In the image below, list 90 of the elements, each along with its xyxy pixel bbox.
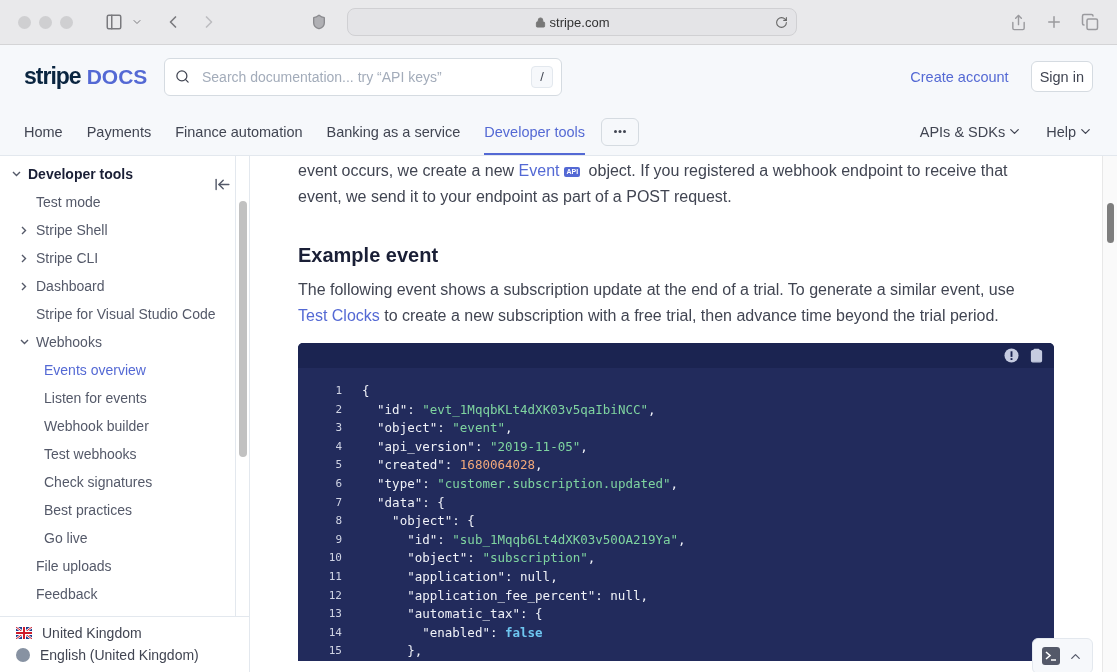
line-number: 10 [327, 550, 342, 567]
code-line: "object": { [391, 512, 475, 531]
line-number: 6 [334, 475, 342, 492]
chevron-right-icon [21, 281, 27, 291]
code-line: "application_fee_percent": null, [406, 586, 648, 605]
sidebar-item[interactable]: Check signatures [0, 468, 235, 496]
sidebar-item[interactable]: Events overview [0, 356, 235, 384]
sidebar-item[interactable]: Listen for events [0, 384, 235, 412]
text-link[interactable]: Event [518, 162, 560, 179]
code-line: "created": 1680064028, [376, 456, 543, 475]
sidebar-item[interactable]: Test mode [0, 188, 235, 216]
sidebar-item[interactable]: Dashboard [0, 272, 235, 300]
sidebar-item[interactable]: Go live [0, 524, 235, 552]
search-icon [175, 69, 190, 84]
code-line: "api_version": "2019-11-05", [376, 437, 588, 456]
shortcut-key: / [531, 65, 553, 88]
tabs-overview-icon[interactable] [1081, 13, 1099, 31]
sidebar-toggle-icon[interactable] [105, 13, 123, 31]
nav-menu[interactable]: APIs & SDKs [919, 108, 1023, 155]
terminal-icon [1042, 647, 1060, 665]
code-line: "object": "event", [376, 419, 513, 438]
new-tab-icon[interactable] [1045, 13, 1063, 31]
sidebar-item[interactable]: Feedback [0, 580, 235, 608]
address-bar[interactable]: stripe.com [347, 8, 797, 36]
more-icon [614, 130, 627, 133]
create-account-link[interactable]: Create account [910, 68, 1009, 85]
window-control[interactable] [39, 15, 52, 29]
line-number: 2 [334, 401, 342, 418]
search-input[interactable]: Search documentation... try “API keys” [200, 67, 521, 86]
language-selector[interactable]: English (United Kingdom) [16, 647, 233, 663]
sidebar-item[interactable]: Stripe for Visual Studio Code [0, 300, 235, 328]
sidebar-item[interactable]: Stripe Shell [0, 216, 235, 244]
terminal-button[interactable] [1032, 638, 1093, 672]
sidebar-item[interactable]: Webhook builder [0, 412, 235, 440]
nav-tab[interactable]: Payments [86, 108, 152, 155]
code-line: "automatic_tax": { [406, 605, 543, 624]
line-number: 11 [327, 568, 342, 585]
chevron-down-icon [11, 171, 21, 177]
collapse-sidebar-icon[interactable] [214, 176, 231, 193]
line-number: 7 [334, 494, 342, 511]
code-line: "data": { [376, 493, 445, 512]
line-number: 5 [334, 457, 342, 474]
nav-menu[interactable]: Help [1046, 108, 1093, 155]
line-number: 3 [334, 420, 342, 437]
code-line: "object": "subscription", [406, 549, 596, 568]
line-number: 14 [327, 624, 342, 641]
chevron-right-icon [21, 253, 27, 263]
flag-icon [16, 627, 32, 639]
line-number: 13 [327, 606, 342, 623]
nav-tab[interactable]: Home [24, 108, 63, 155]
sidebar-item[interactable]: Test webhooks [0, 440, 235, 468]
line-number: 12 [327, 587, 342, 604]
shield-icon[interactable] [311, 14, 327, 30]
code-line: "type": "customer.subscription.updated", [376, 474, 679, 493]
chevron-right-icon [21, 225, 27, 235]
nav-tab[interactable]: Finance automation [175, 108, 303, 155]
code-line: { [362, 382, 370, 400]
code-line: "id": "sub_1Mqqb6Lt4dXK03v50OA219Ya", [406, 530, 686, 549]
window-control[interactable] [60, 15, 73, 29]
sidebar-item[interactable]: File uploads [0, 552, 235, 580]
line-number: 1 [334, 383, 342, 399]
code-line: "application": null, [406, 567, 558, 586]
body-text: The following event shows a subscription update at the end of a trial. To generate a similar event, use Test Clocks to create a new subscription with a free trial, then advance time beyond the trial period. [298, 280, 1016, 326]
scrollbar-thumb[interactable] [239, 201, 247, 457]
share-icon[interactable] [1010, 13, 1027, 31]
search-field[interactable]: Search documentation... try “API keys” / [164, 57, 562, 96]
code-line: }, [406, 642, 423, 661]
region-selector[interactable]: United Kingdom [16, 625, 233, 641]
nav-tab[interactable]: Developer tools [484, 108, 586, 155]
alert-icon[interactable] [1004, 348, 1019, 363]
logo[interactable]: stripe DOCS [24, 63, 164, 90]
line-number: 8 [334, 513, 342, 530]
text-link[interactable]: Test Clocks [298, 307, 380, 324]
line-number: 15 [327, 643, 342, 660]
sign-in-button[interactable]: Sign in [1030, 61, 1093, 92]
sidebar-item[interactable]: Developer tools [0, 160, 235, 188]
sidebar-item[interactable]: Stripe CLI [0, 244, 235, 272]
code-line: "enabled": false [421, 623, 543, 642]
scrollbar-thumb[interactable] [1107, 203, 1114, 243]
code-line: "id": "evt_1MqqbKLt4dXK03v5qaIbiNCC", [376, 400, 656, 419]
window-control[interactable] [18, 15, 31, 29]
chevron-down-icon [19, 339, 29, 345]
nav-tab[interactable]: Banking as a service [326, 108, 461, 155]
more-button[interactable] [601, 117, 640, 146]
sidebar-item[interactable]: Best practices [0, 496, 235, 524]
line-number: 9 [334, 531, 342, 548]
copy-icon[interactable] [1029, 348, 1044, 363]
line-number: 4 [334, 438, 342, 455]
sidebar-item[interactable]: Webhooks [0, 328, 235, 356]
section-heading: Example event [298, 244, 440, 267]
